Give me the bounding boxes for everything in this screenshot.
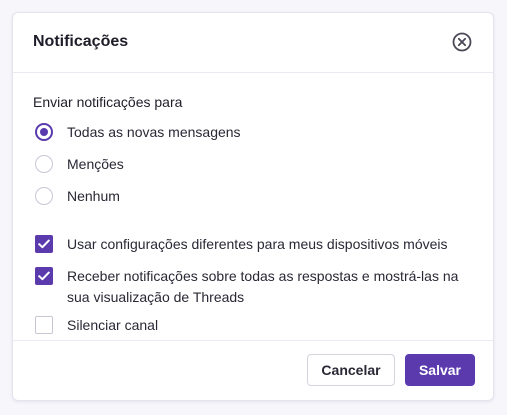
close-circle-icon: [452, 32, 472, 52]
radio-dot: [40, 128, 48, 136]
save-button[interactable]: Salvar: [405, 354, 475, 386]
checkbox-label: Receber notificações sobre todas as resp…: [67, 268, 459, 305]
radio-option-all[interactable]: Todas as novas mensagens: [35, 123, 241, 142]
checkbox[interactable]: [35, 316, 53, 334]
close-button[interactable]: [451, 31, 473, 53]
checkbox[interactable]: [35, 235, 53, 253]
checkbox-threads-replies[interactable]: Receber notificações sobre todas as resp…: [35, 267, 467, 308]
radio-option-none[interactable]: Nenhum: [35, 187, 120, 206]
checkbox-mute-channel[interactable]: Silenciar canal: [35, 316, 158, 335]
radio-button[interactable]: [35, 155, 53, 173]
radio-button[interactable]: [35, 123, 53, 141]
dialog-body: Enviar notificações para Todas as novas …: [13, 73, 493, 343]
checkbox-label: Silenciar canal: [67, 317, 159, 333]
check-icon: [38, 239, 50, 249]
dialog-header: Notificações: [13, 13, 493, 73]
notifications-dialog: Notificações Enviar notificações para To…: [12, 12, 494, 401]
radio-label: Todas as novas mensagens: [67, 124, 241, 140]
cancel-button[interactable]: Cancelar: [307, 354, 395, 386]
notify-for-label: Enviar notificações para: [33, 94, 183, 110]
radio-label: Menções: [67, 156, 124, 172]
radio-label: Nenhum: [67, 188, 120, 204]
dialog-footer: Cancelar Salvar: [13, 340, 493, 400]
checkbox-label: Usar configurações diferentes para meus …: [67, 236, 448, 252]
check-icon: [38, 271, 50, 281]
checkbox[interactable]: [35, 267, 53, 285]
radio-button[interactable]: [35, 187, 53, 205]
dialog-title: Notificações: [33, 33, 129, 50]
radio-option-mentions[interactable]: Menções: [35, 155, 124, 174]
checkbox-mobile-settings[interactable]: Usar configurações diferentes para meus …: [35, 235, 448, 254]
